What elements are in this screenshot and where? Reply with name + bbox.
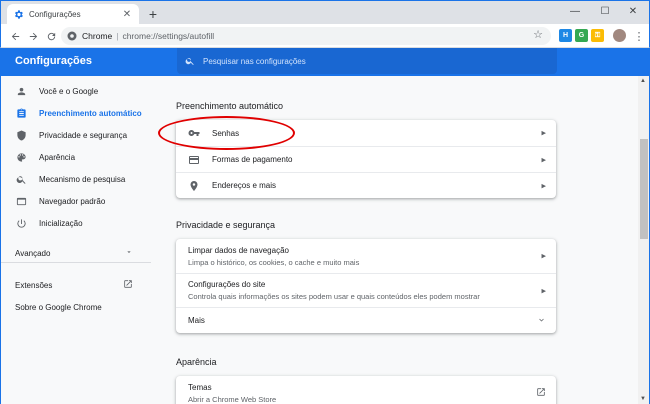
sidebar-item-privacy[interactable]: Privacidade e segurança bbox=[1, 124, 151, 146]
back-arrow-icon[interactable] bbox=[7, 28, 23, 44]
browser-toolbar: Chrome | chrome://settings/autofill ☆ H … bbox=[0, 24, 650, 48]
arrow-right-icon: ▸ bbox=[541, 180, 546, 190]
themes-row[interactable]: Temas Abrir a Chrome Web Store bbox=[176, 376, 556, 404]
bookmark-star-icon[interactable]: ☆ bbox=[533, 30, 543, 41]
appearance-card: Temas Abrir a Chrome Web Store bbox=[176, 376, 556, 404]
tab-title: Configurações bbox=[29, 10, 81, 19]
page-title: Configurações bbox=[15, 55, 93, 67]
row-subtitle: Abrir a Chrome Web Store bbox=[188, 394, 277, 404]
sidebar-item-label: Inicialização bbox=[39, 218, 83, 228]
menu-kebab-icon[interactable]: ⋮ bbox=[631, 28, 647, 44]
settings-gear-icon bbox=[13, 9, 24, 20]
tab-close-icon[interactable]: ✕ bbox=[121, 9, 133, 20]
reload-icon[interactable] bbox=[43, 28, 59, 44]
autofill-card: Senhas ▸ Formas de pagamento ▸ Endereços… bbox=[176, 120, 556, 198]
row-label: Endereços e mais bbox=[212, 181, 277, 190]
sidebar-item-advanced[interactable]: Avançado bbox=[1, 242, 151, 264]
person-icon bbox=[15, 85, 27, 97]
scroll-down-arrow-icon[interactable]: ▼ bbox=[640, 396, 646, 402]
sidebar-item-label: Navegador padrão bbox=[39, 196, 106, 206]
new-tab-button[interactable]: + bbox=[145, 7, 161, 23]
row-title: Limpar dados de navegação bbox=[188, 245, 289, 255]
chevron-down-icon bbox=[537, 315, 546, 326]
omnibox-site-label: Chrome bbox=[82, 31, 113, 41]
sidebar-item-autofill[interactable]: Preenchimento automático bbox=[1, 102, 151, 124]
settings-header: Configurações Pesquisar nas configuraçõe… bbox=[0, 48, 650, 76]
caret-down-icon bbox=[125, 248, 133, 258]
key-icon bbox=[188, 127, 200, 139]
scroll-thumb[interactable] bbox=[640, 139, 648, 239]
browser-icon bbox=[15, 195, 27, 207]
chrome-logo-icon bbox=[67, 31, 77, 41]
passwords-row[interactable]: Senhas ▸ bbox=[176, 120, 556, 146]
arrow-right-icon: ▸ bbox=[541, 285, 546, 295]
extension-translate-icon[interactable]: G bbox=[575, 29, 588, 42]
payment-methods-row[interactable]: Formas de pagamento ▸ bbox=[176, 146, 556, 172]
extension-h-icon[interactable]: H bbox=[559, 29, 572, 42]
title-bar: Configurações ✕ + — ☐ ✕ bbox=[0, 0, 650, 25]
sidebar-divider bbox=[1, 262, 151, 263]
extension-lock-icon[interactable]: ⚿ bbox=[591, 29, 604, 42]
sidebar-item-default-browser[interactable]: Navegador padrão bbox=[1, 190, 151, 212]
window-close-button[interactable]: ✕ bbox=[619, 3, 647, 19]
sidebar-item-startup[interactable]: Inicialização bbox=[1, 212, 151, 234]
settings-search-input[interactable]: Pesquisar nas configurações bbox=[177, 48, 557, 74]
search-placeholder: Pesquisar nas configurações bbox=[203, 56, 306, 66]
row-label: Senhas bbox=[212, 128, 240, 138]
location-pin-icon bbox=[188, 180, 200, 192]
sidebar-item-extensions[interactable]: Extensões bbox=[1, 274, 151, 296]
sidebar-item-label: Preenchimento automático bbox=[39, 108, 142, 118]
site-settings-row[interactable]: Configurações do site Controla quais inf… bbox=[176, 273, 556, 307]
maximize-button[interactable]: ☐ bbox=[591, 3, 619, 19]
palette-icon bbox=[15, 151, 27, 163]
omnibox-url: chrome://settings/autofill bbox=[122, 31, 215, 41]
address-bar[interactable]: Chrome | chrome://settings/autofill ☆ bbox=[61, 27, 551, 45]
sidebar-item-about[interactable]: Sobre o Google Chrome bbox=[1, 296, 151, 318]
shield-icon bbox=[15, 129, 27, 141]
sidebar-item-search-engine[interactable]: Mecanismo de pesquisa bbox=[1, 168, 151, 190]
row-title: Configurações do site bbox=[188, 280, 266, 289]
row-label: Mais bbox=[188, 316, 205, 325]
minimize-button[interactable]: — bbox=[561, 3, 589, 19]
omnibox-separator: | bbox=[116, 31, 119, 41]
open-external-icon[interactable] bbox=[536, 387, 546, 399]
scroll-up-arrow-icon[interactable]: ▲ bbox=[640, 78, 646, 84]
settings-main: Preenchimento automático Senhas ▸ Formas… bbox=[150, 76, 638, 404]
row-subtitle: Limpa o histórico, os cookies, o cache e… bbox=[188, 257, 360, 267]
row-subtitle: Controla quais informações os sites pode… bbox=[188, 292, 480, 301]
row-title: Temas bbox=[188, 382, 212, 392]
arrow-right-icon: ▸ bbox=[541, 127, 546, 138]
sidebar-about-label: Sobre o Google Chrome bbox=[15, 302, 102, 312]
sidebar-extensions-label: Extensões bbox=[15, 280, 53, 290]
browser-tab[interactable]: Configurações ✕ bbox=[7, 4, 139, 25]
more-row[interactable]: Mais bbox=[176, 307, 556, 333]
arrow-right-icon: ▸ bbox=[541, 154, 546, 164]
section-title-privacy: Privacidade e segurança bbox=[176, 220, 276, 230]
search-icon bbox=[185, 58, 194, 65]
page-scrollbar[interactable]: ▲ ▼ bbox=[638, 76, 650, 404]
forward-arrow-icon[interactable] bbox=[25, 28, 41, 44]
sidebar-item-label: Aparência bbox=[39, 152, 76, 162]
section-title-autofill: Preenchimento automático bbox=[176, 101, 284, 111]
sidebar-item-label: Privacidade e segurança bbox=[39, 130, 128, 140]
search-icon bbox=[15, 173, 27, 185]
arrow-right-icon: ▸ bbox=[541, 250, 546, 261]
sidebar-item-label: Mecanismo de pesquisa bbox=[39, 174, 126, 184]
sidebar-item-appearance[interactable]: Aparência bbox=[1, 146, 151, 168]
sidebar-item-label: Você e o Google bbox=[39, 86, 99, 96]
section-title-appearance: Aparência bbox=[176, 357, 217, 367]
credit-card-icon bbox=[188, 154, 200, 166]
profile-avatar[interactable] bbox=[613, 29, 626, 42]
clipboard-icon bbox=[15, 107, 27, 119]
power-icon bbox=[15, 217, 27, 229]
clear-browsing-data-row[interactable]: Limpar dados de navegação Limpa o histór… bbox=[176, 239, 556, 273]
open-external-icon bbox=[123, 279, 133, 291]
privacy-card: Limpar dados de navegação Limpa o histór… bbox=[176, 239, 556, 333]
row-label: Formas de pagamento bbox=[212, 155, 293, 164]
settings-sidebar: Você e o Google Preenchimento automático… bbox=[0, 76, 151, 404]
sidebar-item-you-and-google[interactable]: Você e o Google bbox=[1, 80, 151, 102]
addresses-row[interactable]: Endereços e mais ▸ bbox=[176, 172, 556, 198]
sidebar-advanced-label: Avançado bbox=[15, 248, 51, 258]
